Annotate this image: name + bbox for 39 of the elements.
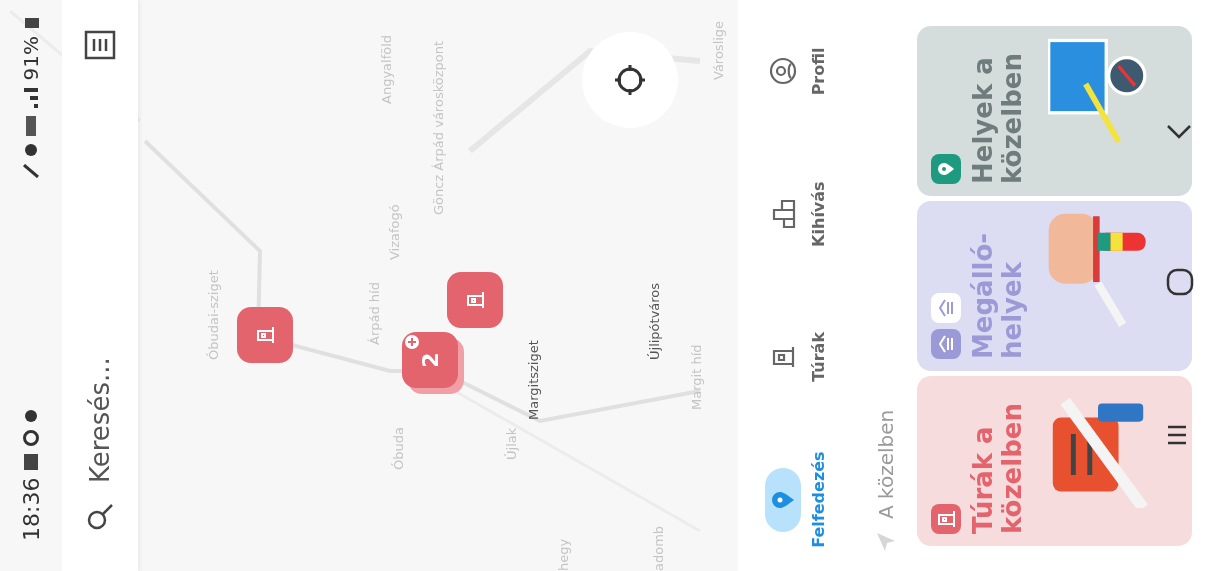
- battery-percent: 91%: [19, 36, 43, 81]
- nav-tab[interactable]: Kihívás: [764, 142, 829, 286]
- signal-icon: [24, 88, 38, 109]
- home-icon: [1166, 267, 1194, 296]
- card-title: Megálló-helyek: [969, 231, 1027, 359]
- list-icon[interactable]: [84, 30, 116, 60]
- location-icon: [25, 144, 37, 157]
- map-place-label: Margitsziget: [527, 340, 542, 420]
- profile-icon: [769, 57, 797, 86]
- search-bar[interactable]: Keresés...: [62, 0, 138, 571]
- plus-icon: [405, 335, 419, 349]
- section-heading: A közelben: [874, 409, 898, 519]
- status-time: 18:36: [18, 477, 44, 541]
- map-place-label: Újlipótváros: [648, 282, 663, 360]
- nav-tab[interactable]: Felfedezés: [764, 428, 829, 571]
- map-pin-icon: [937, 162, 955, 176]
- tent-icon: [464, 289, 486, 311]
- navigation-arrow-icon: [875, 531, 897, 553]
- category-card[interactable]: Túrák a közelben: [917, 376, 1192, 546]
- back-button[interactable]: [1166, 123, 1194, 140]
- card-title: Helyek a közelben: [969, 52, 1027, 184]
- tent-marker[interactable]: [237, 307, 293, 363]
- nav-tab[interactable]: Túrák: [764, 285, 829, 429]
- search-input[interactable]: Keresés...: [84, 78, 116, 485]
- tent-icon: [254, 324, 276, 346]
- ring-notification-icon: [23, 429, 39, 446]
- card-title: Túrák a közelben: [969, 402, 1027, 534]
- tent-marker[interactable]: [447, 272, 503, 328]
- back-icon: [1166, 123, 1192, 140]
- location-notification-icon: [25, 409, 37, 422]
- nav-tab[interactable]: Profil: [764, 0, 829, 143]
- map-pin-icon: [771, 489, 795, 510]
- podium-icon: [770, 199, 796, 230]
- home-button[interactable]: [1166, 267, 1194, 296]
- search-icon: [86, 503, 114, 531]
- battery-icon: [23, 18, 39, 28]
- category-card[interactable]: Megálló-helyek: [917, 201, 1192, 371]
- category-card[interactable]: Helyek a közelben: [917, 26, 1192, 196]
- crosshair-icon: [613, 63, 647, 97]
